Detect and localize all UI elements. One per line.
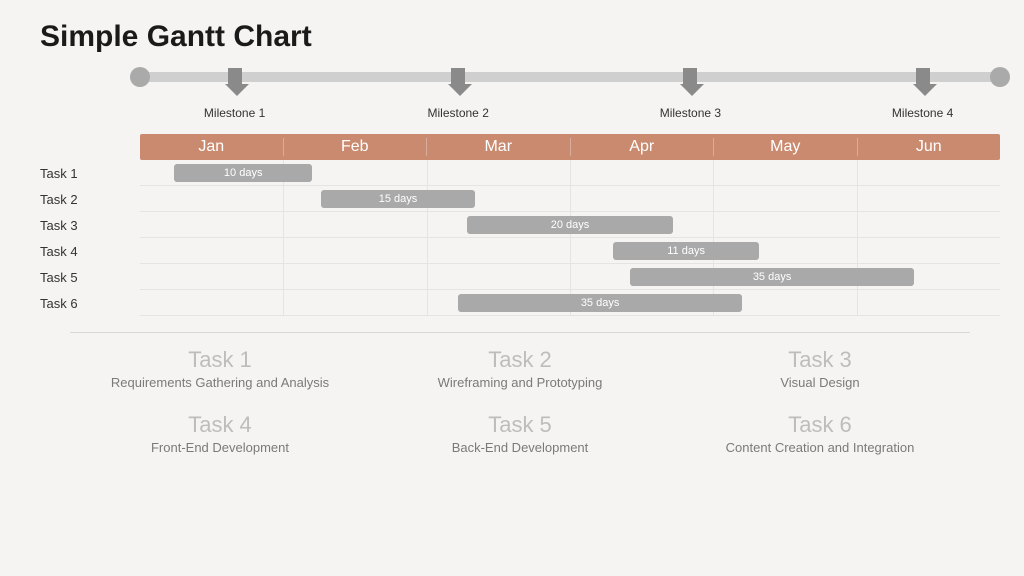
- legend-item: Task 6 Content Creation and Integration: [670, 412, 970, 455]
- legend-item: Task 4 Front-End Development: [70, 412, 370, 455]
- gantt-row: Task 320 days: [140, 212, 1000, 238]
- legend-item-subtitle: Content Creation and Integration: [670, 440, 970, 455]
- legend-item-title: Task 6: [670, 412, 970, 438]
- task-row-track: 20 days: [140, 212, 1000, 238]
- month-header-cell: Jan: [140, 138, 284, 156]
- milestone-label: Milestone 2: [428, 106, 489, 120]
- task-row-label: Task 4: [40, 244, 130, 259]
- milestone-labels: Milestone 1 Milestone 2 Milestone 3 Milesto…: [140, 106, 1000, 126]
- task-bar: 15 days: [321, 190, 476, 208]
- legend-item-subtitle: Wireframing and Prototyping: [370, 375, 670, 390]
- month-header-cell: Mar: [427, 138, 571, 156]
- months-header: JanFebMarAprMayJun: [140, 134, 1000, 160]
- task-row-track: 10 days: [140, 160, 1000, 186]
- task-row-label: Task 5: [40, 270, 130, 285]
- gantt-row: Task 535 days: [140, 264, 1000, 290]
- legend-item: Task 3 Visual Design: [670, 347, 970, 390]
- task-row-track: 11 days: [140, 238, 1000, 264]
- month-header-cell: May: [714, 138, 858, 156]
- page-title: Simple Gantt Chart: [40, 20, 984, 54]
- gantt-body: Task 110 daysTask 215 daysTask 320 daysT…: [140, 160, 1000, 316]
- legend-item-title: Task 5: [370, 412, 670, 438]
- milestone-label: Milestone 1: [204, 106, 265, 120]
- milestone-arrow-icon: [225, 68, 245, 96]
- milestone-label: Milestone 4: [892, 106, 953, 120]
- section-divider: [70, 332, 970, 333]
- task-bar: 20 days: [467, 216, 673, 234]
- timeline-track: [140, 72, 1000, 82]
- legend-item: Task 2 Wireframing and Prototyping: [370, 347, 670, 390]
- gantt-row: Task 215 days: [140, 186, 1000, 212]
- legend-item-title: Task 2: [370, 347, 670, 373]
- gantt-chart: Milestone 1 Milestone 2 Milestone 3 Milesto…: [140, 72, 1000, 316]
- task-bar: 35 days: [458, 294, 742, 312]
- milestone-arrow-icon: [680, 68, 700, 96]
- legend-item-subtitle: Visual Design: [670, 375, 970, 390]
- task-row-track: 35 days: [140, 264, 1000, 290]
- task-legend: Task 1 Requirements Gathering and Analysi…: [70, 347, 970, 455]
- legend-item-subtitle: Front-End Development: [70, 440, 370, 455]
- gantt-row: Task 635 days: [140, 290, 1000, 316]
- legend-item: Task 5 Back-End Development: [370, 412, 670, 455]
- task-bar: 11 days: [613, 242, 759, 260]
- legend-item: Task 1 Requirements Gathering and Analysi…: [70, 347, 370, 390]
- task-row-label: Task 1: [40, 166, 130, 181]
- task-row-label: Task 6: [40, 296, 130, 311]
- milestone-arrow-icon: [913, 68, 933, 96]
- month-header-cell: Apr: [571, 138, 715, 156]
- gantt-row: Task 411 days: [140, 238, 1000, 264]
- milestone-label: Milestone 3: [660, 106, 721, 120]
- task-row-track: 15 days: [140, 186, 1000, 212]
- legend-item-title: Task 1: [70, 347, 370, 373]
- legend-item-subtitle: Requirements Gathering and Analysis: [70, 375, 370, 390]
- month-header-cell: Feb: [284, 138, 428, 156]
- task-row-track: 35 days: [140, 290, 1000, 316]
- legend-item-subtitle: Back-End Development: [370, 440, 670, 455]
- task-bar: 10 days: [174, 164, 312, 182]
- milestone-arrow-icon: [448, 68, 468, 96]
- task-row-label: Task 2: [40, 192, 130, 207]
- legend-item-title: Task 3: [670, 347, 970, 373]
- month-header-cell: Jun: [858, 138, 1001, 156]
- task-bar: 35 days: [630, 268, 914, 286]
- task-row-label: Task 3: [40, 218, 130, 233]
- legend-item-title: Task 4: [70, 412, 370, 438]
- gantt-row: Task 110 days: [140, 160, 1000, 186]
